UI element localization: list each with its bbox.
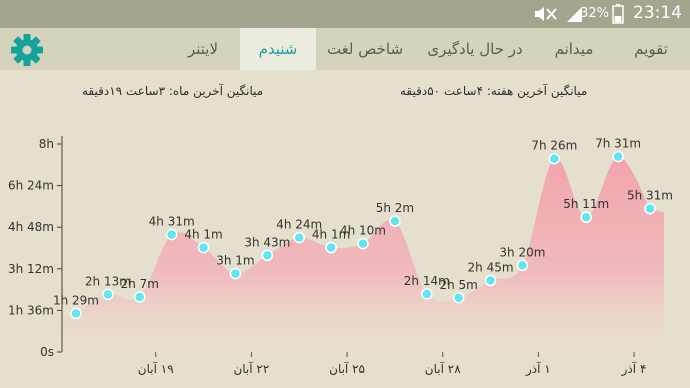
status-bar: 32% 23:14 (0, 0, 690, 28)
data-label: 4h 31m (149, 215, 195, 229)
x-tick-label: ۲۸ آبان (425, 361, 461, 376)
monthly-average: میانگین آخرین ماه: ۳ساعت ۱۹دقیقه (82, 84, 264, 98)
battery-percent: 32% (580, 6, 609, 21)
tab-heard[interactable]: شنیدم (240, 28, 316, 70)
tab-known[interactable]: میدانم (536, 28, 612, 70)
y-tick-label: 1h 36m (8, 303, 54, 317)
mute-icon (535, 7, 557, 21)
data-point (70, 307, 82, 320)
data-label: 7h 31m (595, 137, 641, 151)
weekly-average: میانگین آخرین هفته: ۴ساعت ۵۰دقیقه (400, 84, 588, 98)
x-tick-label: ۱۹ آبان (138, 361, 174, 376)
data-point (102, 288, 114, 301)
data-label: 2h 7m (121, 277, 159, 291)
data-point (261, 249, 274, 262)
data-label: 4h 10m (340, 224, 386, 238)
data-label: 5h 31m (627, 189, 673, 203)
data-point (357, 237, 369, 250)
data-label: 5h 2m (376, 201, 414, 215)
data-point (134, 291, 146, 303)
status-time: 23:14 (633, 3, 682, 23)
data-point (165, 228, 178, 241)
y-tick-label: 6h 24m (8, 179, 54, 193)
data-label: 7h 26m (531, 139, 577, 153)
tab-bar: لایتنر شنیدم شاخص لغت در حال یادگیری مید… (0, 28, 690, 70)
x-tick-label: ۱ آذر (525, 361, 551, 377)
data-point (325, 241, 337, 254)
data-label: 3h 1m (216, 254, 254, 268)
x-tick-label: ۲۲ آبان (233, 361, 269, 376)
data-label: 3h 20m (499, 245, 545, 259)
data-label: 4h 1m (184, 228, 222, 242)
data-point (580, 211, 592, 223)
data-point (293, 231, 305, 244)
data-point (229, 267, 242, 280)
data-point (548, 152, 561, 165)
data-point (612, 150, 624, 163)
tab-calendar[interactable]: تقویم (612, 28, 690, 70)
data-point (421, 288, 433, 300)
gear-icon (11, 34, 43, 66)
y-tick-label: 0s (40, 345, 54, 359)
data-point (197, 241, 210, 254)
x-tick-label: ۲۵ آبان (329, 361, 365, 376)
y-tick-label: 3h 12m (8, 262, 54, 276)
y-tick-label: 8h (39, 137, 54, 151)
tab-lightner[interactable]: لایتنر (166, 28, 240, 70)
x-tick-label: ۴ آذر (621, 361, 647, 377)
listening-time-chart: 1h 29m2h 13m2h 7m4h 31m4h 1m3h 1m3h 43m4… (8, 136, 673, 377)
battery-icon (612, 4, 624, 24)
tab-word-index[interactable]: شاخص لغت (316, 28, 414, 70)
data-label: 5h 11m (563, 197, 609, 211)
data-label: 3h 43m (244, 235, 290, 249)
data-label: 2h 5m (439, 278, 477, 292)
data-point (644, 202, 656, 215)
data-label: 2h 45m (468, 261, 514, 275)
settings-button[interactable] (8, 34, 46, 66)
data-point (452, 292, 465, 304)
data-point (484, 274, 497, 287)
data-point (389, 215, 401, 227)
tab-learning[interactable]: در حال یادگیری (414, 28, 536, 70)
data-point (516, 259, 529, 272)
area-fill (62, 156, 664, 352)
y-tick-label: 4h 48m (8, 220, 54, 234)
data-label: 1h 29m (53, 293, 99, 307)
